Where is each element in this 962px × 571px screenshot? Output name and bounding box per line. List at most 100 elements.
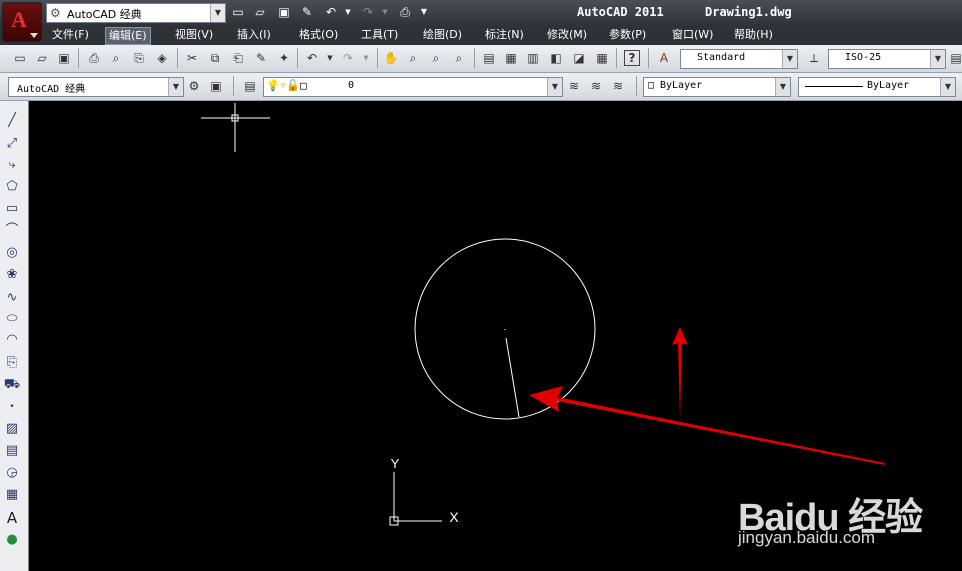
spline-icon[interactable]: ∿ (3, 289, 21, 307)
linetype-combo[interactable]: ByLayer ▼ (798, 77, 956, 97)
insert-block-icon[interactable]: ⎘ (3, 354, 21, 372)
polygon-icon[interactable]: ⬠ (3, 178, 21, 196)
menu-dimension[interactable]: 标注(N) (482, 27, 527, 43)
drawn-radius-line[interactable] (505, 337, 520, 418)
properties-icon[interactable]: ▤ (481, 50, 497, 66)
zoom-realtime-icon[interactable]: ⌕ (405, 50, 421, 66)
chevron-down-icon[interactable]: ▼ (940, 78, 955, 96)
zoom-previous-icon[interactable]: ⌕ (451, 50, 467, 66)
menu-edit[interactable]: 编辑(E) (105, 27, 151, 45)
pan-icon[interactable]: ✋ (383, 50, 399, 66)
markup-icon[interactable]: ◪ (571, 50, 587, 66)
paste-icon[interactable]: ⎗ (230, 50, 246, 66)
cut-icon[interactable]: ✂ (184, 50, 200, 66)
make-current-icon[interactable]: ≋ (566, 78, 582, 94)
undo-icon[interactable]: ↶ (304, 50, 320, 66)
arc-icon[interactable]: ⌒ (3, 222, 21, 240)
line-icon[interactable]: ╱ (3, 112, 21, 130)
hatch-icon[interactable]: ▨ (3, 420, 21, 438)
menu-window[interactable]: 窗口(W) (669, 27, 716, 43)
open-drawing-icon[interactable]: ▱ (34, 50, 50, 66)
menu-help[interactable]: 帮助(H) (731, 27, 776, 43)
text-style-icon[interactable]: A (656, 50, 672, 66)
polyline-icon[interactable]: ⤷ (3, 156, 21, 174)
circle-icon[interactable]: ◎ (3, 244, 21, 262)
menu-view[interactable]: 视图(V) (172, 27, 216, 43)
quick-access-menu-icon[interactable]: ▼ (416, 4, 432, 20)
table-icon[interactable]: ▦ (3, 486, 21, 504)
workspace-combo[interactable]: ⚙ AutoCAD 经典 ▼ (46, 3, 226, 23)
workspace-label: AutoCAD 经典 (67, 8, 142, 21)
new-drawing-icon[interactable]: ▭ (12, 50, 28, 66)
ucs-x-label: X (449, 509, 459, 525)
layer-value: 0 (348, 80, 355, 91)
color-value: ByLayer (660, 80, 703, 91)
help-icon[interactable]: ? (624, 50, 640, 66)
match-properties-icon[interactable]: ✎ (253, 50, 269, 66)
tool-palettes-icon[interactable]: ▥ (525, 50, 541, 66)
menu-file[interactable]: 文件(F) (49, 27, 92, 43)
ellipse-icon[interactable]: ⬭ (3, 310, 21, 328)
dim-style-combo[interactable]: ISO-25 ▼ (828, 49, 946, 69)
print-icon[interactable]: ⎙ (397, 4, 413, 20)
zoom-window-icon[interactable]: ⌕ (428, 50, 444, 66)
workspace-save-icon[interactable]: ▣ (208, 78, 224, 94)
block-editor-icon[interactable]: ✦ (276, 50, 292, 66)
revision-cloud-icon[interactable]: ❀ (3, 266, 21, 284)
open-icon[interactable]: ▱ (252, 4, 268, 20)
add-selected-icon[interactable]: ● (3, 531, 21, 549)
menu-format[interactable]: 格式(O) (296, 27, 341, 43)
save-icon[interactable]: ▣ (276, 4, 292, 20)
table-style-icon[interactable]: ▤ (948, 50, 962, 66)
autocad-logo-icon[interactable]: A (2, 2, 42, 42)
chevron-down-icon[interactable]: ▼ (782, 50, 797, 68)
chevron-down-icon[interactable]: ▼ (547, 78, 562, 96)
gradient-icon[interactable]: ▤ (3, 442, 21, 460)
rectangle-icon[interactable]: ▭ (3, 200, 21, 218)
copy-icon[interactable]: ⧉ (207, 50, 223, 66)
new-icon[interactable]: ▭ (230, 4, 246, 20)
toolbar-separator (616, 48, 617, 68)
design-center-icon[interactable]: ▦ (503, 50, 519, 66)
region-icon[interactable]: ◶ (3, 464, 21, 482)
plot-preview-icon[interactable]: ⌕ (108, 50, 124, 66)
undo-dropdown-icon[interactable]: ▼ (322, 50, 338, 66)
menu-modify[interactable]: 修改(M) (544, 27, 590, 43)
layer-previous-icon[interactable]: ≋ (588, 78, 604, 94)
plot-icon[interactable]: ⎙ (86, 50, 102, 66)
dim-style-value: ISO-25 (845, 52, 882, 63)
workspace-settings-icon[interactable]: ⚙ (186, 78, 202, 94)
menu-tools[interactable]: 工具(T) (358, 27, 401, 43)
workspace-toolbar-combo[interactable]: AutoCAD 经典 ▼ (8, 77, 184, 97)
redo-icon: ↷ (362, 5, 374, 19)
toolbar-separator (377, 48, 378, 68)
menu-draw[interactable]: 绘图(D) (420, 27, 465, 43)
chevron-down-icon[interactable]: ▼ (775, 78, 790, 96)
publish-icon[interactable]: ⎘ (131, 50, 147, 66)
menu-parametric[interactable]: 参数(P) (606, 27, 649, 43)
save-drawing-icon[interactable]: ▣ (56, 50, 72, 66)
chevron-down-icon[interactable]: ▼ (168, 78, 183, 96)
layer-state-icon[interactable]: ≋ (610, 78, 626, 94)
undo-dropdown-icon[interactable]: ▼ (340, 4, 356, 20)
color-swatch-icon: □ (300, 79, 307, 92)
dim-style-icon[interactable]: ⟂ (806, 50, 822, 66)
quickcalc-icon[interactable]: ▦ (594, 50, 610, 66)
color-combo[interactable]: □ ByLayer ▼ (643, 77, 791, 97)
layer-combo[interactable]: 💡☼🔓□ 0 ▼ (263, 77, 563, 97)
point-icon[interactable]: • (3, 398, 21, 416)
text-style-combo[interactable]: Standard ▼ (680, 49, 798, 69)
construction-line-icon[interactable]: ⤢ (3, 135, 21, 153)
make-block-icon[interactable]: ⛟ (3, 376, 21, 394)
text-icon[interactable]: A (3, 509, 21, 527)
ellipse-arc-icon[interactable]: ◠ (3, 331, 21, 349)
chevron-down-icon[interactable]: ▼ (930, 50, 945, 68)
redo-icon: ↷ (342, 51, 354, 65)
chevron-down-icon[interactable]: ▼ (210, 4, 225, 22)
edit-icon[interactable]: ✎ (299, 4, 315, 20)
3d-dwf-icon[interactable]: ◈ (154, 50, 170, 66)
menu-insert[interactable]: 插入(I) (234, 27, 274, 43)
layer-properties-icon[interactable]: ▤ (242, 78, 258, 94)
undo-icon[interactable]: ↶ (323, 4, 339, 20)
sheet-set-icon[interactable]: ◧ (548, 50, 564, 66)
